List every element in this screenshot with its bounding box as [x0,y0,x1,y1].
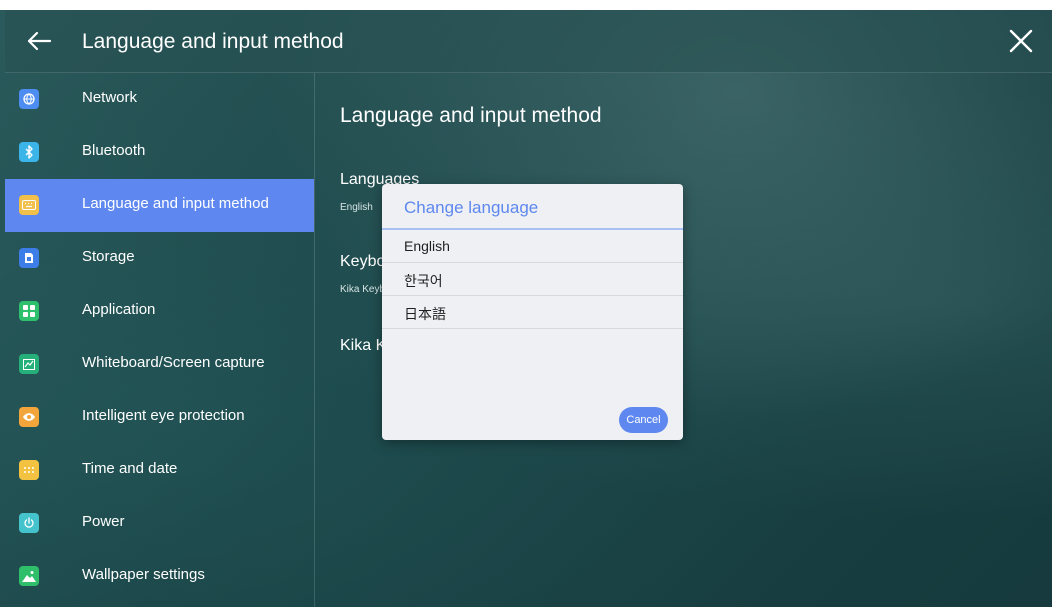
sidebar-item-eye-protection[interactable]: Intelligent eye protection [5,391,314,444]
top-edge [0,0,1052,10]
sidebar-item-label: Language and input method [82,195,269,212]
sidebar-item-whiteboard[interactable]: Whiteboard/Screen capture [5,338,314,391]
language-option-korean[interactable]: 한국어 [382,263,683,296]
screenshot-icon [19,354,39,374]
back-button[interactable] [19,22,59,60]
sidebar-item-time-date[interactable]: Time and date [5,444,314,497]
content-title: Language and input method [340,104,602,127]
arrow-left-icon [27,31,52,51]
sidebar: Network Bluetooth Language and input met… [5,73,314,607]
bluetooth-icon [19,142,39,162]
globe-icon [19,89,39,109]
image-icon [19,566,39,586]
sidebar-item-label: Time and date [82,460,178,477]
option-label: 한국어 [404,273,443,289]
change-language-dialog: Change language English 한국어 日本語 Cancel [382,184,683,440]
close-button[interactable] [1002,22,1040,60]
sidebar-item-application[interactable]: Application [5,285,314,338]
option-label: English [404,238,450,254]
title-bar: Language and input method [5,10,1052,73]
page-title: Language and input method [82,30,344,53]
sidebar-item-label: Application [82,301,156,318]
sidebar-item-label: Network [82,89,138,106]
setting-value: English [340,202,373,213]
apps-icon [19,301,39,321]
settings-screen: Language and input method Network Blueto… [0,0,1052,607]
sidebar-item-power[interactable]: Power [5,497,314,550]
sidebar-item-label: Whiteboard/Screen capture [82,354,265,371]
close-icon [1009,29,1033,53]
eye-icon [19,407,39,427]
cancel-button[interactable]: Cancel [619,407,668,433]
storage-icon [19,248,39,268]
keyboard-icon [19,195,39,215]
sidebar-item-label: Wallpaper settings [82,566,205,583]
calendar-icon [19,460,39,480]
sidebar-item-label: Power [82,513,125,530]
sidebar-item-label: Bluetooth [82,142,146,159]
sidebar-item-network[interactable]: Network [5,73,314,126]
language-option-english[interactable]: English [382,230,683,263]
sidebar-item-storage[interactable]: Storage [5,232,314,285]
language-option-japanese[interactable]: 日本語 [382,296,683,329]
sidebar-item-label: Intelligent eye protection [82,407,245,424]
sidebar-item-wallpaper[interactable]: Wallpaper settings [5,550,314,603]
dialog-title: Change language [404,198,539,217]
sidebar-item-language[interactable]: Language and input method [5,179,314,232]
sidebar-item-label: Storage [82,248,135,265]
option-label: 日本語 [404,306,446,322]
sidebar-item-bluetooth[interactable]: Bluetooth [5,126,314,179]
power-icon [19,513,39,533]
